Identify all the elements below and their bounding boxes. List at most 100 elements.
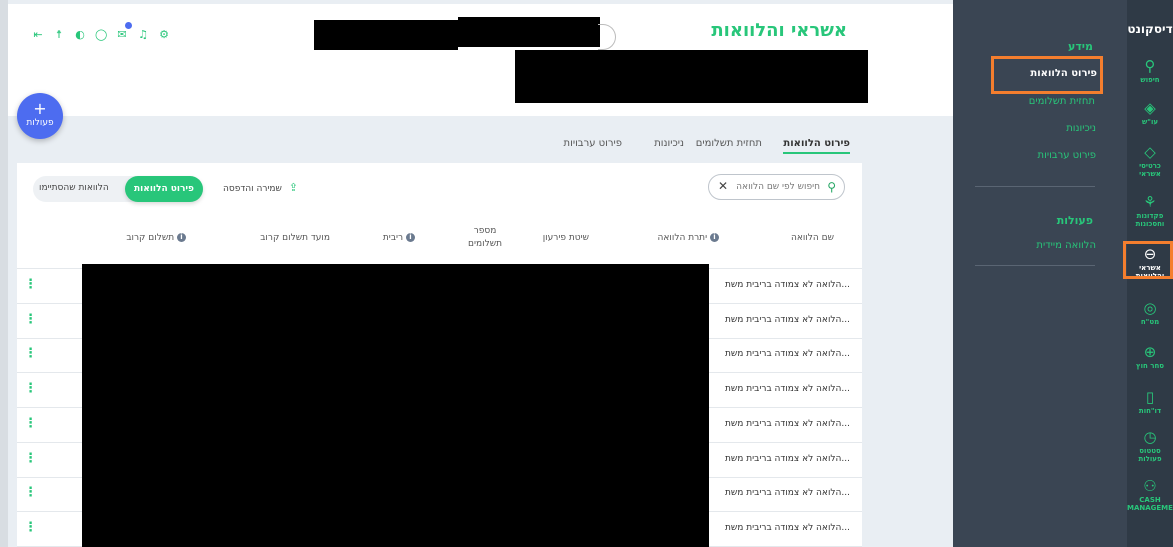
page-title: אשראי והלוואות — [711, 20, 847, 41]
rail-item-8[interactable]: ◷ סטטוס פעולות — [1127, 429, 1173, 463]
bell-icon[interactable]: ♫ — [137, 28, 149, 41]
tab-loan-details[interactable]: פירוט הלוואות — [783, 138, 850, 154]
info-section-title: מידע — [1068, 40, 1093, 53]
plant-icon: ⚘ — [1143, 193, 1157, 211]
rail-item-7[interactable]: ▯ דו"חות — [1127, 389, 1173, 415]
page-header: ⇤ ☨ ◐ ◯ ✉ ♫ ⚙ אשראי והלוואות — [8, 4, 953, 116]
toggle-loan-details[interactable]: פירוט הלוואות — [125, 176, 203, 202]
loans-icon: ⊖ — [1143, 245, 1157, 263]
loan-name: הלואה לא צמודה בריבית משת... — [724, 453, 850, 464]
tab-guarantees[interactable]: פירוט ערבויות — [564, 138, 622, 149]
col-next-payment-date: מועד תשלום קרוב — [260, 233, 330, 243]
rail-item-label: סחר חוץ — [1135, 362, 1165, 370]
rail-item-2[interactable]: ◇ כרטיסי אשראי — [1127, 144, 1173, 178]
rail-item-label: אשראי והלוואות — [1135, 264, 1165, 280]
more-options-icon[interactable]: ⋮ — [24, 312, 37, 327]
bank-logo[interactable]: דיסקונט — [1127, 22, 1173, 36]
search-input[interactable]: ⚲ חיפוש לפי שם הלוואה ✕ — [708, 174, 845, 200]
plus-icon: + — [33, 99, 47, 118]
rail-item-6[interactable]: ⊕ סחר חוץ — [1127, 344, 1173, 370]
more-options-icon[interactable]: ⋮ — [24, 485, 37, 500]
globe-icon: ⊕ — [1143, 343, 1157, 361]
save-print-button[interactable]: שמירה והדפסה ⇪ — [223, 181, 298, 194]
more-options-icon[interactable]: ⋮ — [24, 520, 37, 535]
search-icon: ⚲ — [827, 180, 836, 194]
main-navigation-rail: דיסקונט ⚲ חיפוש ◈ עו"ש ◇ כרטיסי אשראי ⚘ פקדונות… — [1127, 0, 1173, 547]
col-loan-balance-label: יתרת הלוואה — [657, 233, 708, 243]
tab-payment-forecast[interactable]: תחזית תשלומים — [696, 138, 762, 149]
account-selector[interactable] — [598, 24, 616, 50]
col-loan-name: שם הלוואה — [790, 233, 834, 243]
subnav-item-instant-loan[interactable]: הלוואה מיידית — [1036, 240, 1096, 251]
subnav-item-loan-details[interactable]: פירוט הלוואות — [1030, 68, 1097, 79]
rail-item-5[interactable]: ◎ מט"ח — [1127, 300, 1173, 326]
divider — [975, 186, 1095, 187]
info-icon[interactable]: i — [177, 233, 186, 242]
info-icon[interactable]: i — [710, 233, 719, 242]
subnav-item-guarantees[interactable]: פירוט ערבויות — [1038, 150, 1096, 161]
mail-icon[interactable]: ✉ — [116, 22, 132, 41]
actions-button[interactable]: + פעולות — [17, 93, 63, 139]
loan-name: הלואה לא צמודה בריבית משת... — [724, 418, 850, 429]
accessibility-icon[interactable]: ☨ — [53, 28, 65, 41]
sub-navigation: מידע פירוט הלוואות תחזית תשלומים ניכיונו… — [953, 0, 1127, 547]
toggle-finished-loans[interactable]: הלוואות שהסתיימו — [39, 183, 109, 193]
rail-item-label: כרטיסי אשראי — [1139, 162, 1161, 178]
col-next-payment-label: תשלום קרוב — [126, 233, 175, 243]
securities-icon: ◎ — [1143, 299, 1157, 317]
tab-discounts[interactable]: ניכיונות — [654, 138, 684, 149]
loan-name: הלואה לא צמודה בריבית משת... — [724, 280, 850, 290]
more-options-icon[interactable]: ⋮ — [24, 451, 37, 466]
rail-item-1[interactable]: ◈ עו"ש — [1127, 100, 1173, 126]
loan-name: הלואה לא צמודה בריבית משת... — [724, 384, 850, 395]
col-repayment-method: שיטת פירעון — [542, 233, 589, 243]
more-options-icon[interactable]: ⋮ — [24, 277, 37, 292]
more-options-icon[interactable]: ⋮ — [24, 416, 37, 431]
clock-icon: ◷ — [1143, 428, 1157, 446]
loan-name: הלואה לא צמודה בריבית משת... — [724, 522, 850, 533]
actions-label: פעולות — [26, 118, 54, 128]
rail-item-label: עו"ש — [1141, 118, 1159, 126]
gear-icon[interactable]: ⚙ — [158, 28, 170, 41]
credit-card-icon: ◇ — [1144, 143, 1156, 161]
col-loan-balance: יתרת הלוואה i — [658, 233, 722, 243]
more-options-icon[interactable]: ⋮ — [24, 381, 37, 396]
rail-item-label: חיפוש — [1140, 76, 1160, 84]
more-options-icon[interactable]: ⋮ — [24, 346, 37, 361]
actions-section-title: פעולות — [1056, 214, 1093, 227]
chat-icon[interactable]: ◯ — [95, 28, 107, 41]
search-placeholder: חיפוש לפי שם הלוואה — [736, 182, 820, 192]
redacted-block — [515, 50, 868, 103]
subnav-item-payment-forecast[interactable]: תחזית תשלומים — [1029, 96, 1095, 107]
search-icon: ⚲ — [1144, 57, 1156, 75]
loans-card: ⚲ חיפוש לפי שם הלוואה ✕ שמירה והדפסה ⇪ ה… — [17, 163, 862, 547]
col-interest-label: ריבית — [382, 233, 404, 243]
upload-icon: ⇪ — [288, 181, 299, 194]
document-icon: ▯ — [1145, 388, 1155, 406]
rail-item-0[interactable]: ⚲ חיפוש — [1127, 58, 1173, 84]
col-next-payment: תשלום קרוב i — [126, 233, 189, 243]
rail-item-label: מט"ח — [1140, 318, 1160, 326]
current-account-icon: ◈ — [1144, 99, 1156, 117]
close-icon[interactable]: ✕ — [718, 179, 728, 193]
rail-item-label: CASH MANAGEMENT — [1127, 496, 1173, 512]
loans-toggle: הלוואות שהסתיימו פירוט הלוואות — [33, 176, 203, 202]
redacted-block — [314, 20, 458, 50]
rail-item-3[interactable]: ⚘ פקדונות וחסכונות — [1127, 194, 1173, 228]
rail-item-9[interactable]: ⚇CASH MANAGEMENT — [1127, 478, 1173, 512]
loan-name: הלואה לא צמודה בריבית משת... — [724, 349, 850, 360]
left-edge — [0, 0, 8, 547]
logout-icon[interactable]: ⇤ — [32, 28, 44, 41]
rail-item-label: דו"חות — [1138, 407, 1162, 415]
loan-name: הלואה לא צמודה בריבית משת... — [724, 488, 850, 499]
header-icons: ⇤ ☨ ◐ ◯ ✉ ♫ ⚙ — [32, 22, 170, 41]
contrast-icon[interactable]: ◐ — [74, 28, 86, 41]
divider — [975, 265, 1095, 266]
loan-name: הלואה לא צמודה בריבית משת... — [724, 314, 850, 325]
col-num-payments-line2: תשלומים — [468, 239, 502, 249]
subnav-item-discounts[interactable]: ניכיונות — [1066, 123, 1096, 134]
info-icon[interactable]: i — [406, 233, 415, 242]
network-icon: ⚇ — [1143, 477, 1157, 495]
redacted-block — [82, 264, 709, 547]
rail-item-4[interactable]: ⊖ אשראי והלוואות — [1127, 246, 1173, 280]
